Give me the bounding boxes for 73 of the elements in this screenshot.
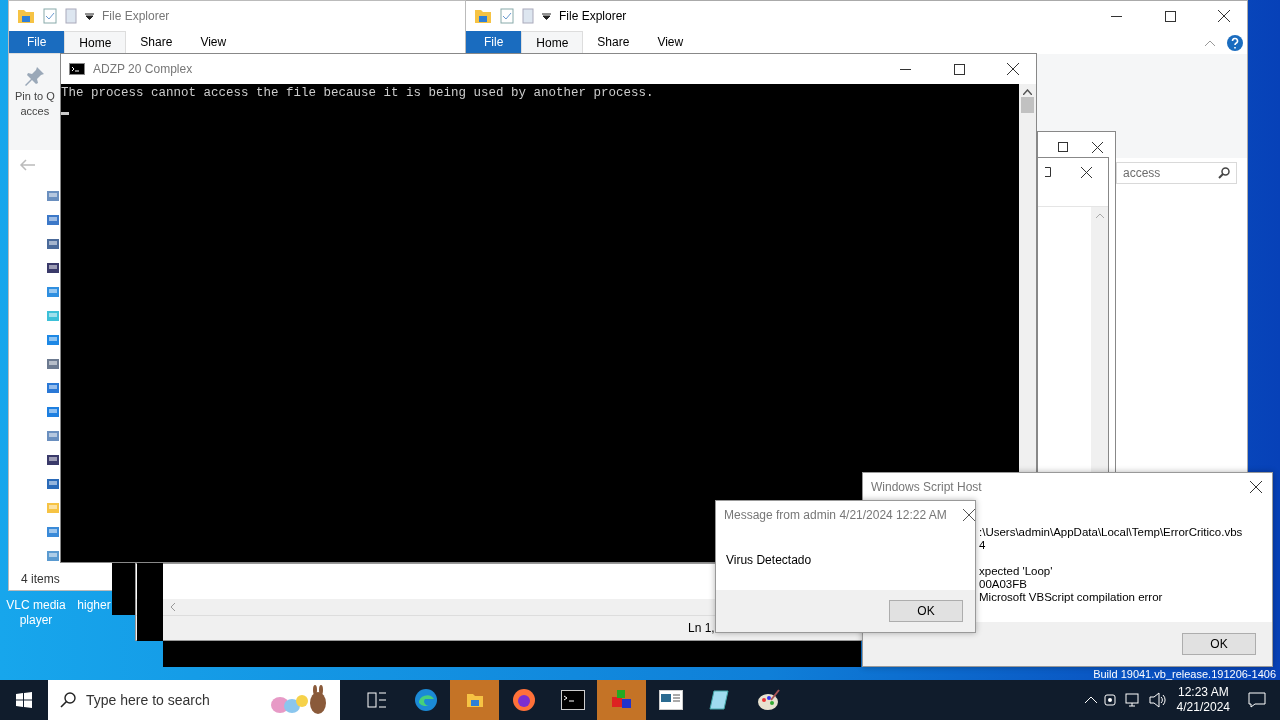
- task-view-icon[interactable]: [366, 691, 387, 709]
- minimize-icon: [1110, 15, 1122, 17]
- text-cursor: [61, 112, 69, 115]
- message-text: Virus Detectado: [726, 553, 813, 567]
- file-tab[interactable]: File: [466, 31, 522, 53]
- error-detail: Microsoft VBScript compilation error: [979, 591, 1164, 604]
- folder-icon: [474, 8, 492, 24]
- close-icon: [1250, 481, 1262, 493]
- folder-icon: [17, 8, 35, 24]
- error-detail: xpected 'Loop': [979, 565, 1054, 578]
- collapse-ribbon-icon[interactable]: [1205, 39, 1215, 46]
- firefox-icon[interactable]: [511, 688, 536, 712]
- help-icon[interactable]: [1227, 34, 1243, 51]
- error-detail: 4: [979, 539, 987, 552]
- status-text: 4 items: [20, 571, 61, 588]
- terminal-icon[interactable]: [560, 690, 585, 710]
- window-app-icon[interactable]: [658, 690, 683, 710]
- window-title: File Explorer: [559, 9, 627, 23]
- dropdown-icon[interactable]: [542, 12, 551, 20]
- error-detail: 00A03FB: [979, 578, 1028, 591]
- notepad-icon[interactable]: [708, 689, 731, 711]
- search-icon: [60, 692, 76, 708]
- scrollbar-thumb[interactable]: [1021, 97, 1034, 113]
- window-title: File Explorer: [102, 9, 170, 23]
- close-button[interactable]: [1081, 166, 1092, 178]
- ok-button[interactable]: OK: [1182, 633, 1256, 655]
- maximize-button[interactable]: [1045, 167, 1051, 177]
- ribbon-tab[interactable]: Home: [521, 31, 584, 53]
- ok-button[interactable]: OK: [889, 600, 963, 622]
- dialog-title: Message from admin 4/21/2024 12:22 AM: [724, 508, 947, 522]
- window-title: ADZP 20 Complex: [93, 62, 193, 76]
- ribbon-tab[interactable]: View: [643, 31, 698, 53]
- search-field[interactable]: access: [1116, 162, 1237, 184]
- build-text: Build 19041.vb_release.191206-1406: [1093, 668, 1276, 680]
- maximize-icon: [953, 63, 965, 75]
- palette-icon[interactable]: [756, 688, 781, 712]
- nav-pane-icon[interactable]: [47, 382, 59, 394]
- chevron-up-icon[interactable]: [1084, 696, 1097, 704]
- search-icon: [1218, 167, 1230, 179]
- status-text: Ln 1,: [688, 621, 715, 635]
- pin-icon: [24, 66, 45, 88]
- close-button[interactable]: [1092, 141, 1103, 153]
- scroll-up-icon[interactable]: [1023, 89, 1032, 95]
- terminal-icon: [69, 63, 85, 75]
- error-detail: :\Users\admin\AppData\Local\Temp\ErrorCritico.vbs: [979, 526, 1244, 539]
- clock[interactable]: 12:23 AM 4/21/2024: [1166, 685, 1240, 715]
- edge-icon[interactable]: [413, 688, 438, 712]
- meet-icon[interactable]: [1102, 692, 1119, 708]
- windows-icon: [16, 692, 32, 708]
- maximize-button[interactable]: [1058, 142, 1068, 152]
- nav-pane-icon[interactable]: [47, 238, 59, 250]
- volume-icon[interactable]: [1148, 692, 1167, 708]
- nav-pane-icon[interactable]: [47, 454, 59, 466]
- maximize-icon: [1164, 10, 1176, 22]
- nav-pane-icon[interactable]: [47, 262, 59, 274]
- notification-icon[interactable]: [1248, 692, 1266, 708]
- folder-icon: [465, 692, 484, 708]
- nav-pane-icon[interactable]: [47, 214, 59, 226]
- ribbon-tab[interactable]: Share: [126, 31, 187, 53]
- dialog-title: Windows Script Host: [871, 480, 982, 494]
- close-icon: [1218, 10, 1230, 22]
- close-icon: [1007, 63, 1019, 75]
- close-icon: [962, 509, 975, 521]
- ribbon-tab[interactable]: View: [186, 31, 241, 53]
- taskbar-search-field[interactable]: Type here to search: [48, 680, 340, 720]
- minimize-icon: [899, 68, 911, 70]
- ribbon-tab[interactable]: Share: [583, 31, 644, 53]
- pin-to-quick-access-button[interactable]: Pin to Q acces: [15, 58, 55, 146]
- console-line: The process cannot access the file because it is being used by another process.: [61, 85, 655, 101]
- nav-pane-icon[interactable]: [47, 478, 59, 490]
- ribbon-tab[interactable]: Home: [64, 31, 127, 53]
- dropdown-icon[interactable]: [85, 12, 94, 20]
- file-tab[interactable]: File: [9, 31, 65, 53]
